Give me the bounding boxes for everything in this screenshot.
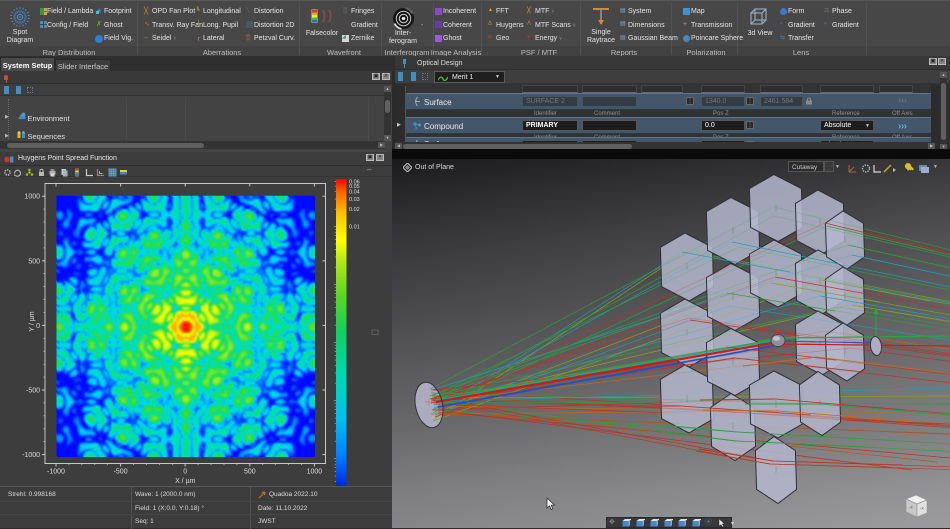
svg-text:-1000: -1000 <box>22 452 40 459</box>
svg-text:1000: 1000 <box>307 469 323 476</box>
svg-text:-500: -500 <box>114 469 128 476</box>
svg-text:500: 500 <box>28 258 40 265</box>
svg-text:0: 0 <box>36 323 40 330</box>
svg-text:-500: -500 <box>26 388 40 395</box>
svg-text:0.02: 0.02 <box>349 207 360 213</box>
svg-text:Y / µm: Y / µm <box>29 311 36 331</box>
svg-text:1000: 1000 <box>24 194 40 201</box>
svg-text:500: 500 <box>244 469 256 476</box>
svg-text:X / µm: X / µm <box>175 478 196 485</box>
svg-text:0: 0 <box>183 469 187 476</box>
svg-text:0.04: 0.04 <box>349 190 360 196</box>
svg-text:0.01: 0.01 <box>349 225 360 231</box>
svg-text:0.03: 0.03 <box>349 197 360 203</box>
svg-text:-1000: -1000 <box>47 469 65 476</box>
